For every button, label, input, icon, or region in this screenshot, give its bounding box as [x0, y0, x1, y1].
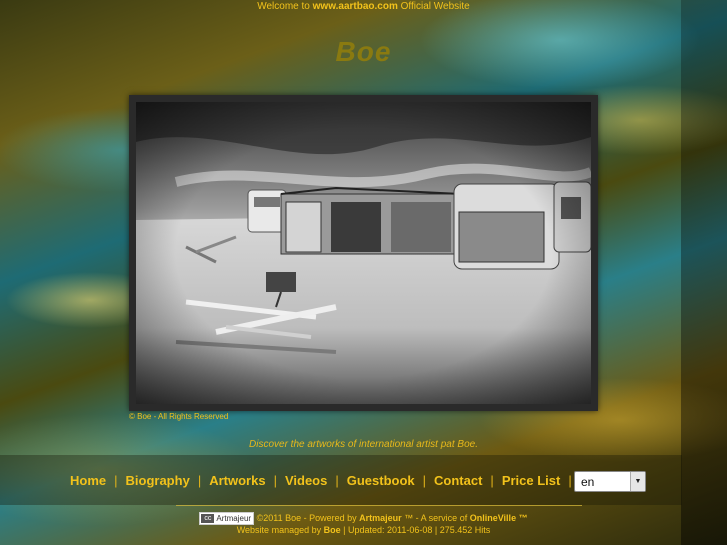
footer-line-2: Website managed by Boe | Updated: 2011-0…	[0, 525, 727, 535]
chevron-down-icon[interactable]: ▼	[630, 472, 645, 491]
nav-contact[interactable]: Contact	[434, 473, 482, 488]
nav-separator: |	[114, 473, 118, 488]
site-title[interactable]: Boe	[0, 36, 727, 68]
language-select[interactable]: en ▼	[574, 471, 646, 492]
managed-by-link[interactable]: Boe	[324, 525, 341, 535]
artwork-image	[136, 102, 591, 404]
language-selected-value: en	[581, 475, 595, 489]
nav-separator: |	[422, 473, 427, 488]
right-edge-strip	[681, 0, 727, 545]
footer-updated-hits: | Updated: 2011-06-08 | 275.452 Hits	[343, 525, 491, 535]
artwork-photo[interactable]	[136, 102, 591, 404]
nav-biography[interactable]: Biography	[126, 473, 190, 488]
nav-separator: |	[490, 473, 494, 488]
footer-tm: ™	[518, 513, 528, 523]
welcome-prefix: Welcome to	[257, 1, 310, 12]
nav-separator: |	[568, 473, 572, 488]
onlineville-link[interactable]: OnlineVille	[470, 513, 516, 523]
artwork-copyright: © Boe - All Rights Reserved	[129, 412, 229, 421]
artmajeur-badge-label: Artmajeur	[216, 514, 252, 524]
footer-copyright: ©2011 Boe - Powered by	[256, 513, 357, 523]
footer-service-text: ™ - A service of	[404, 513, 468, 523]
footer-divider	[176, 505, 582, 506]
main-nav: Home | Biography | Artworks | Videos | G…	[70, 473, 580, 488]
footer-line-1: cc Artmajeur ©2011 Boe - Powered by Artm…	[0, 511, 727, 526]
nav-artworks[interactable]: Artworks	[209, 473, 265, 488]
nav-price-list[interactable]: Price List	[502, 473, 561, 488]
nav-videos[interactable]: Videos	[285, 473, 327, 488]
nav-separator: |	[273, 473, 277, 488]
artmajeur-badge[interactable]: cc Artmajeur	[199, 512, 255, 526]
site-domain-link[interactable]: www.aartbao.com	[313, 1, 398, 12]
nav-guestbook[interactable]: Guestbook	[347, 473, 415, 488]
footer-managed-prefix: Website managed by	[236, 525, 322, 535]
nav-home[interactable]: Home	[70, 473, 106, 488]
creative-commons-icon: cc	[201, 514, 215, 524]
welcome-bar: Welcome to www.aartbao.com Official Webs…	[0, 0, 727, 13]
nav-separator: |	[197, 473, 202, 488]
artwork-frame	[129, 95, 598, 411]
nav-separator: |	[335, 473, 339, 488]
welcome-suffix: Official Website	[400, 1, 470, 12]
discover-tagline: Discover the artworks of international a…	[249, 439, 478, 450]
artmajeur-link[interactable]: Artmajeur	[359, 513, 402, 523]
